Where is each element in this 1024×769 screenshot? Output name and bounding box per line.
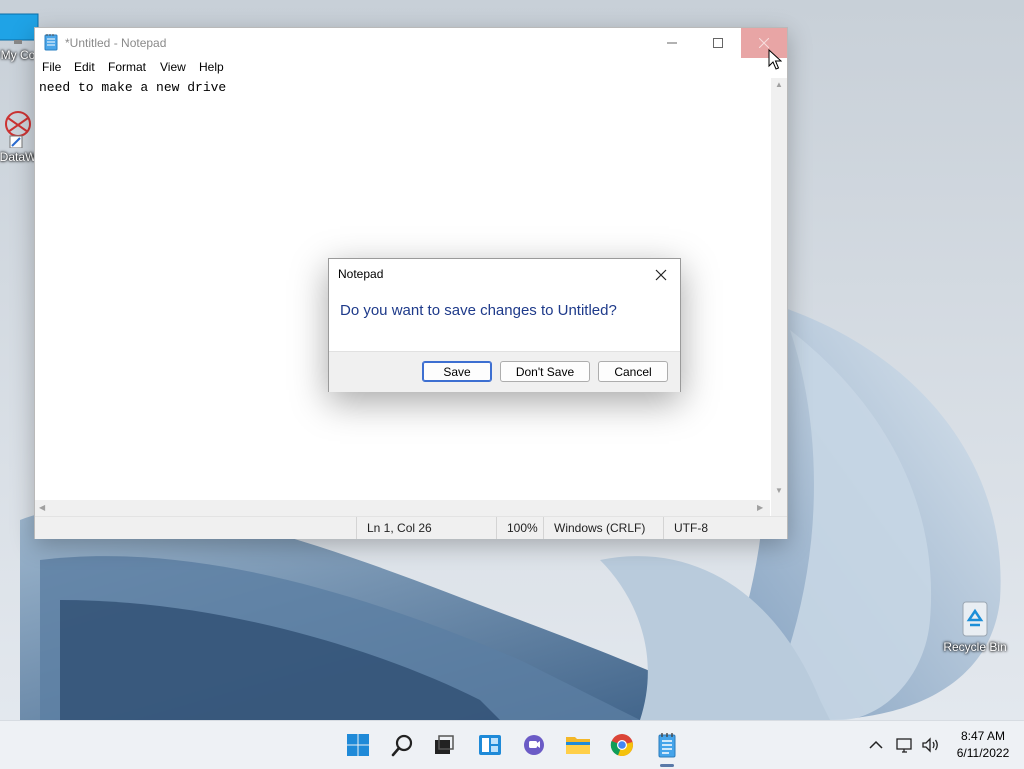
- scroll-right-icon[interactable]: ▶: [757, 503, 763, 512]
- network-button[interactable]: [892, 729, 918, 761]
- minimize-icon: [667, 42, 677, 44]
- status-line-ending: Windows (CRLF): [543, 517, 663, 539]
- scroll-left-icon[interactable]: ◀: [39, 503, 45, 512]
- recycle-bin-icon: [962, 601, 988, 637]
- save-button[interactable]: Save: [422, 361, 492, 382]
- task-view-icon: [435, 735, 454, 754]
- notepad-taskbar-button[interactable]: [651, 729, 683, 761]
- desktop-icon-label: My Co: [0, 48, 36, 62]
- scroll-down-icon[interactable]: ▼: [775, 486, 783, 495]
- desktop-icon-label: DataW: [0, 150, 37, 164]
- notepad-icon: [44, 34, 58, 51]
- menu-bar: File Edit Format View Help: [35, 58, 787, 78]
- menu-help[interactable]: Help: [199, 60, 224, 74]
- status-bar: Ln 1, Col 26 100% Windows (CRLF) UTF-8: [35, 516, 787, 539]
- chat-button[interactable]: [518, 729, 550, 761]
- scroll-up-icon[interactable]: ▲: [775, 80, 783, 89]
- window-title: *Untitled - Notepad: [65, 36, 167, 50]
- status-zoom: 100%: [496, 517, 543, 539]
- menu-file[interactable]: File: [42, 60, 61, 74]
- task-view-button[interactable]: [428, 729, 460, 761]
- desktop-icon-label: Recycle Bin: [943, 640, 1007, 654]
- volume-button[interactable]: [918, 729, 944, 761]
- vertical-scrollbar[interactable]: ▲ ▼: [771, 78, 787, 500]
- widgets-icon: [479, 735, 501, 755]
- save-changes-dialog: Notepad Do you want to save changes to U…: [328, 258, 681, 392]
- chrome-icon: [610, 734, 633, 757]
- widgets-button[interactable]: [474, 729, 506, 761]
- datawarrior-icon: [5, 111, 31, 148]
- show-hidden-icons-button[interactable]: [862, 729, 890, 761]
- menu-view[interactable]: View: [160, 60, 186, 74]
- dialog-close-button[interactable]: [651, 265, 671, 285]
- desktop-icon-recycle-bin[interactable]: Recycle Bin: [935, 598, 1015, 654]
- clock-date[interactable]: 6/11/2022: [950, 746, 1016, 760]
- start-icon: [347, 734, 369, 756]
- network-icon: [896, 738, 912, 753]
- active-app-indicator: [660, 764, 674, 767]
- scrollbar-corner: [771, 500, 787, 516]
- taskbar-search-button[interactable]: [387, 729, 419, 761]
- mouse-cursor-icon: [768, 49, 782, 70]
- status-encoding: UTF-8: [663, 517, 771, 539]
- file-explorer-icon: [566, 737, 590, 754]
- clock-time[interactable]: 8:47 AM: [950, 729, 1016, 743]
- taskbar: 8:47 AM 6/11/2022: [0, 720, 1024, 769]
- maximize-icon: [713, 38, 723, 48]
- minimize-button[interactable]: [649, 28, 695, 58]
- menu-edit[interactable]: Edit: [74, 60, 95, 74]
- chat-icon: [524, 735, 544, 755]
- horizontal-scrollbar[interactable]: ◀ ▶: [35, 500, 770, 516]
- chevron-up-icon: [869, 740, 883, 749]
- status-position: Ln 1, Col 26: [356, 517, 496, 539]
- volume-icon: [922, 737, 938, 753]
- file-explorer-button[interactable]: [562, 729, 594, 761]
- notepad-icon: [658, 733, 676, 758]
- start-button[interactable]: [342, 729, 374, 761]
- dialog-button-bar: Save Don't Save Cancel: [329, 351, 680, 392]
- dialog-message: Do you want to save changes to Untitled?: [340, 302, 617, 319]
- maximize-button[interactable]: [695, 28, 741, 58]
- document-text[interactable]: need to make a new drive: [39, 80, 226, 95]
- dialog-title: Notepad: [338, 267, 384, 281]
- close-icon: [759, 38, 769, 48]
- cancel-button[interactable]: Cancel: [598, 361, 668, 382]
- menu-format[interactable]: Format: [108, 60, 146, 74]
- search-icon: [391, 734, 413, 757]
- dont-save-button[interactable]: Don't Save: [500, 361, 590, 382]
- notepad-titlebar[interactable]: *Untitled - Notepad: [35, 28, 787, 58]
- chrome-button[interactable]: [606, 729, 638, 761]
- close-icon: [655, 269, 667, 281]
